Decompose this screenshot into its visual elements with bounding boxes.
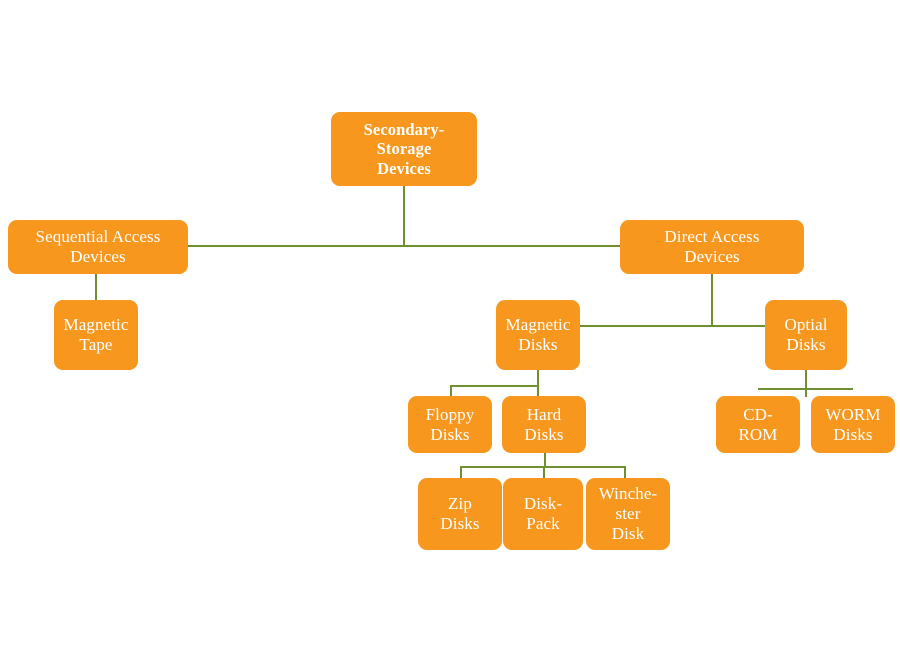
node-direct-access-devices[interactable]: Direct Access Devices	[620, 220, 804, 274]
connector-root-stem	[403, 186, 405, 246]
node-label: Sequential Access Devices	[35, 227, 161, 266]
node-label: Direct Access Devices	[664, 227, 760, 266]
node-secondary-storage-devices[interactable]: Secondary- Storage Devices	[331, 112, 477, 186]
node-label: Optial Disks	[784, 315, 828, 354]
connector-magnetic-disks-children-bus	[450, 385, 538, 387]
node-label: Magnetic Tape	[63, 315, 129, 354]
diagram-canvas: Secondary- Storage Devices Sequential Ac…	[0, 0, 900, 660]
connector-hard-disks-stem	[544, 453, 546, 467]
connector-magnetic-disks-stem	[537, 370, 539, 386]
node-hard-disks[interactable]: Hard Disks	[502, 396, 586, 453]
node-magnetic-tape[interactable]: Magnetic Tape	[54, 300, 138, 370]
connector-level1-bus	[188, 245, 622, 247]
node-optial-disks[interactable]: Optial Disks	[765, 300, 847, 370]
node-cd-rom[interactable]: CD- ROM	[716, 396, 800, 453]
node-label: Secondary- Storage Devices	[363, 120, 445, 178]
node-floppy-disks[interactable]: Floppy Disks	[408, 396, 492, 453]
connector-optial-disks-stem	[805, 370, 807, 397]
connector-direct-stem	[711, 274, 713, 326]
node-worm-disks[interactable]: WORM Disks	[811, 396, 895, 453]
node-label: Zip Disks	[440, 494, 480, 533]
node-label: Winche- ster Disk	[598, 484, 658, 543]
connector-optial-disks-children-bus	[758, 388, 853, 390]
node-zip-disks[interactable]: Zip Disks	[418, 478, 502, 550]
node-sequential-access-devices[interactable]: Sequential Access Devices	[8, 220, 188, 274]
node-label: WORM Disks	[825, 404, 881, 444]
node-label: Magnetic Disks	[505, 315, 571, 354]
node-label: Disk- Pack	[523, 494, 563, 533]
node-winchester-disk[interactable]: Winche- ster Disk	[586, 478, 670, 550]
connector-direct-children-bus	[580, 325, 766, 327]
node-disk-pack[interactable]: Disk- Pack	[503, 478, 583, 550]
node-magnetic-disks[interactable]: Magnetic Disks	[496, 300, 580, 370]
node-label: Hard Disks	[524, 404, 564, 444]
node-label: Floppy Disks	[425, 404, 475, 444]
node-label: CD- ROM	[738, 404, 778, 444]
connector-sequential-to-magnetic-tape	[95, 274, 97, 302]
